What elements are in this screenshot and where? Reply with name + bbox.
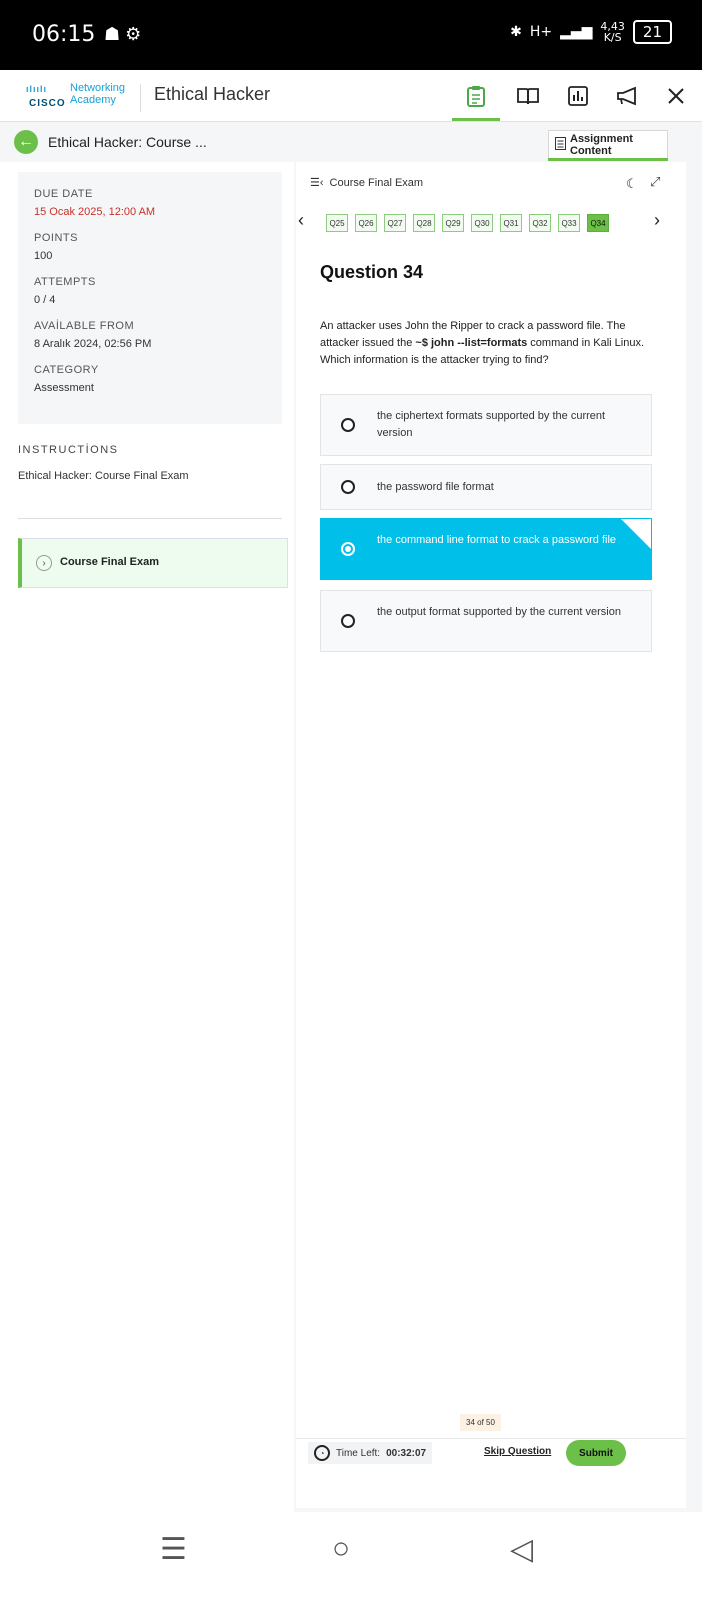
due-date-value: 15 Ocak 2025, 12:00 AM — [34, 206, 156, 218]
clipboard-icon[interactable] — [462, 82, 490, 110]
attempts-value: 0 / 4 — [34, 294, 56, 306]
status-time: 06:15 — [32, 22, 96, 47]
top-nav: ılıılı CISCO Networking Academy Ethical H… — [0, 70, 702, 122]
megaphone-icon[interactable] — [614, 82, 642, 110]
answer-option[interactable]: the command line format to crack a passw… — [320, 518, 652, 580]
question-title: Question 34 — [320, 262, 424, 282]
question-chip-q29[interactable]: Q29 — [442, 214, 464, 232]
time-left: ◔ Time Left: 00:32:07 — [308, 1442, 433, 1464]
exam-header: ☰‹ Course Final Exam — [310, 176, 424, 190]
assignment-info-box: DUE DATE 15 Ocak 2025, 12:00 AM POINTS 1… — [18, 172, 282, 424]
next-questions-icon[interactable]: › — [654, 210, 660, 231]
available-from-value: 8 Aralık 2024, 02:56 PM — [34, 338, 152, 350]
prev-questions-icon[interactable]: ‹ — [298, 210, 304, 231]
networking-academy-text: Networking Academy — [70, 82, 126, 106]
exam-title: Course Final Exam — [329, 176, 424, 189]
answer-option-text: the password file format — [377, 480, 494, 493]
assignment-tab-indicator — [548, 158, 668, 161]
question-chip-q31[interactable]: Q31 — [500, 214, 522, 232]
system-nav-bar: ☰ ○ ◁ — [0, 1512, 702, 1600]
radio-icon[interactable] — [341, 614, 355, 628]
answer-option[interactable]: the password file format — [320, 464, 652, 510]
question-chip-q27[interactable]: Q27 — [384, 214, 406, 232]
question-chip-q25[interactable]: Q25 — [326, 214, 348, 232]
instructions-text: Ethical Hacker: Course Final Exam — [18, 470, 189, 482]
network-type: H+ — [529, 24, 553, 40]
available-from-label: AVAİLABLE FROM — [34, 320, 135, 332]
home-icon[interactable]: ○ — [332, 1532, 350, 1566]
expand-icon[interactable]: ⤢ — [650, 174, 660, 190]
assignment-content-button[interactable]: Assignment Content — [548, 130, 668, 160]
chevron-right-icon: › — [36, 555, 52, 571]
attempts-label: ATTEMPTS — [34, 276, 96, 288]
question-counter: 34 of 50 — [460, 1414, 501, 1431]
notification-icons: ☗ ⚙ — [104, 24, 142, 44]
points-label: POINTS — [34, 232, 78, 244]
timer-icon: ◔ — [314, 1445, 330, 1461]
collapse-menu-icon[interactable]: ☰‹ — [310, 176, 324, 189]
question-chip-q33[interactable]: Q33 — [558, 214, 580, 232]
answer-option-text: the output format supported by the curre… — [377, 606, 621, 618]
exam-panel: ☰‹ Course Final Exam ☾ ⤢ ‹ Q25 Q26 Q27 Q28 Q… — [296, 162, 686, 1508]
category-value: Assessment — [34, 382, 94, 394]
signal-icon: ▂▄▆ — [560, 24, 593, 40]
question-chip-q34[interactable]: Q34 — [587, 214, 609, 232]
book-icon[interactable] — [514, 82, 542, 110]
question-chip-q32[interactable]: Q32 — [529, 214, 551, 232]
bluetooth-icon: ✱ — [510, 24, 522, 40]
radio-icon[interactable] — [341, 418, 355, 432]
close-icon[interactable] — [662, 82, 690, 110]
lesson-label: Course Final Exam — [60, 556, 160, 568]
grades-chart-icon[interactable] — [564, 82, 592, 110]
radio-selected-icon[interactable] — [341, 542, 355, 556]
time-left-value: 00:32:07 — [386, 1447, 427, 1459]
answer-option[interactable]: the output format supported by the curre… — [320, 590, 652, 652]
dark-mode-icon[interactable]: ☾ — [626, 176, 638, 192]
nav-divider — [140, 84, 141, 112]
status-right: ✱ H+ ▂▄▆ 4,43 K/S 21 — [510, 20, 672, 44]
cisco-wordmark: CISCO — [29, 98, 66, 109]
lesson-item-course-final-exam[interactable]: › Course Final Exam — [18, 538, 288, 588]
left-panel: DUE DATE 15 Ocak 2025, 12:00 AM POINTS 1… — [0, 162, 294, 1512]
question-text: An attacker uses John the Ripper to crac… — [320, 320, 645, 366]
document-icon — [555, 137, 566, 153]
app-title: Ethical Hacker — [154, 84, 271, 104]
category-label: CATEGORY — [34, 364, 99, 376]
due-date-label: DUE DATE — [34, 188, 93, 200]
course-subbar: ← Ethical Hacker: Course ... Assignment … — [0, 122, 702, 162]
skip-question-button[interactable]: Skip Question — [484, 1446, 551, 1457]
radio-icon[interactable] — [341, 480, 355, 494]
back-icon[interactable]: ◁ — [510, 1532, 533, 1567]
question-chip-q26[interactable]: Q26 — [355, 214, 377, 232]
question-navigator: ‹ Q25 Q26 Q27 Q28 Q29 Q30 Q31 Q32 Q33 Q34 › — [298, 210, 684, 234]
cisco-logo[interactable]: ılıılı CISCO Networking Academy — [26, 80, 136, 112]
recent-apps-icon[interactable]: ☰ — [160, 1532, 187, 1567]
status-bar: 06:15 ☗ ⚙ ✱ H+ ▂▄▆ 4,43 K/S 21 — [0, 0, 702, 70]
divider — [18, 518, 282, 519]
answer-option-text: the command line format to crack a passw… — [377, 534, 617, 546]
instructions-heading: INSTRUCTİONS — [18, 444, 119, 456]
points-value: 100 — [34, 250, 53, 262]
answer-option-text: the ciphertext formats supported by the … — [377, 410, 606, 439]
back-arrow-icon[interactable]: ← — [14, 130, 38, 154]
assignment-content-label: Assignment Content — [570, 133, 633, 157]
question-chip-q30[interactable]: Q30 — [471, 214, 493, 232]
cisco-bars-icon: ılıılı — [26, 84, 48, 94]
time-left-label: Time Left: — [336, 1447, 381, 1459]
question-command: ~$ john --list=formats — [415, 337, 528, 349]
network-speed: 4,43 K/S — [600, 20, 625, 44]
battery-indicator: 21 — [632, 20, 672, 44]
selected-corner-marker — [621, 519, 651, 549]
submit-button[interactable]: Submit — [566, 1440, 626, 1466]
footer-divider — [296, 1438, 686, 1439]
answer-option[interactable]: the ciphertext formats supported by the … — [320, 394, 652, 456]
active-tab-indicator — [452, 118, 500, 121]
question-chip-q28[interactable]: Q28 — [413, 214, 435, 232]
course-breadcrumb[interactable]: Ethical Hacker: Course ... — [48, 134, 207, 150]
